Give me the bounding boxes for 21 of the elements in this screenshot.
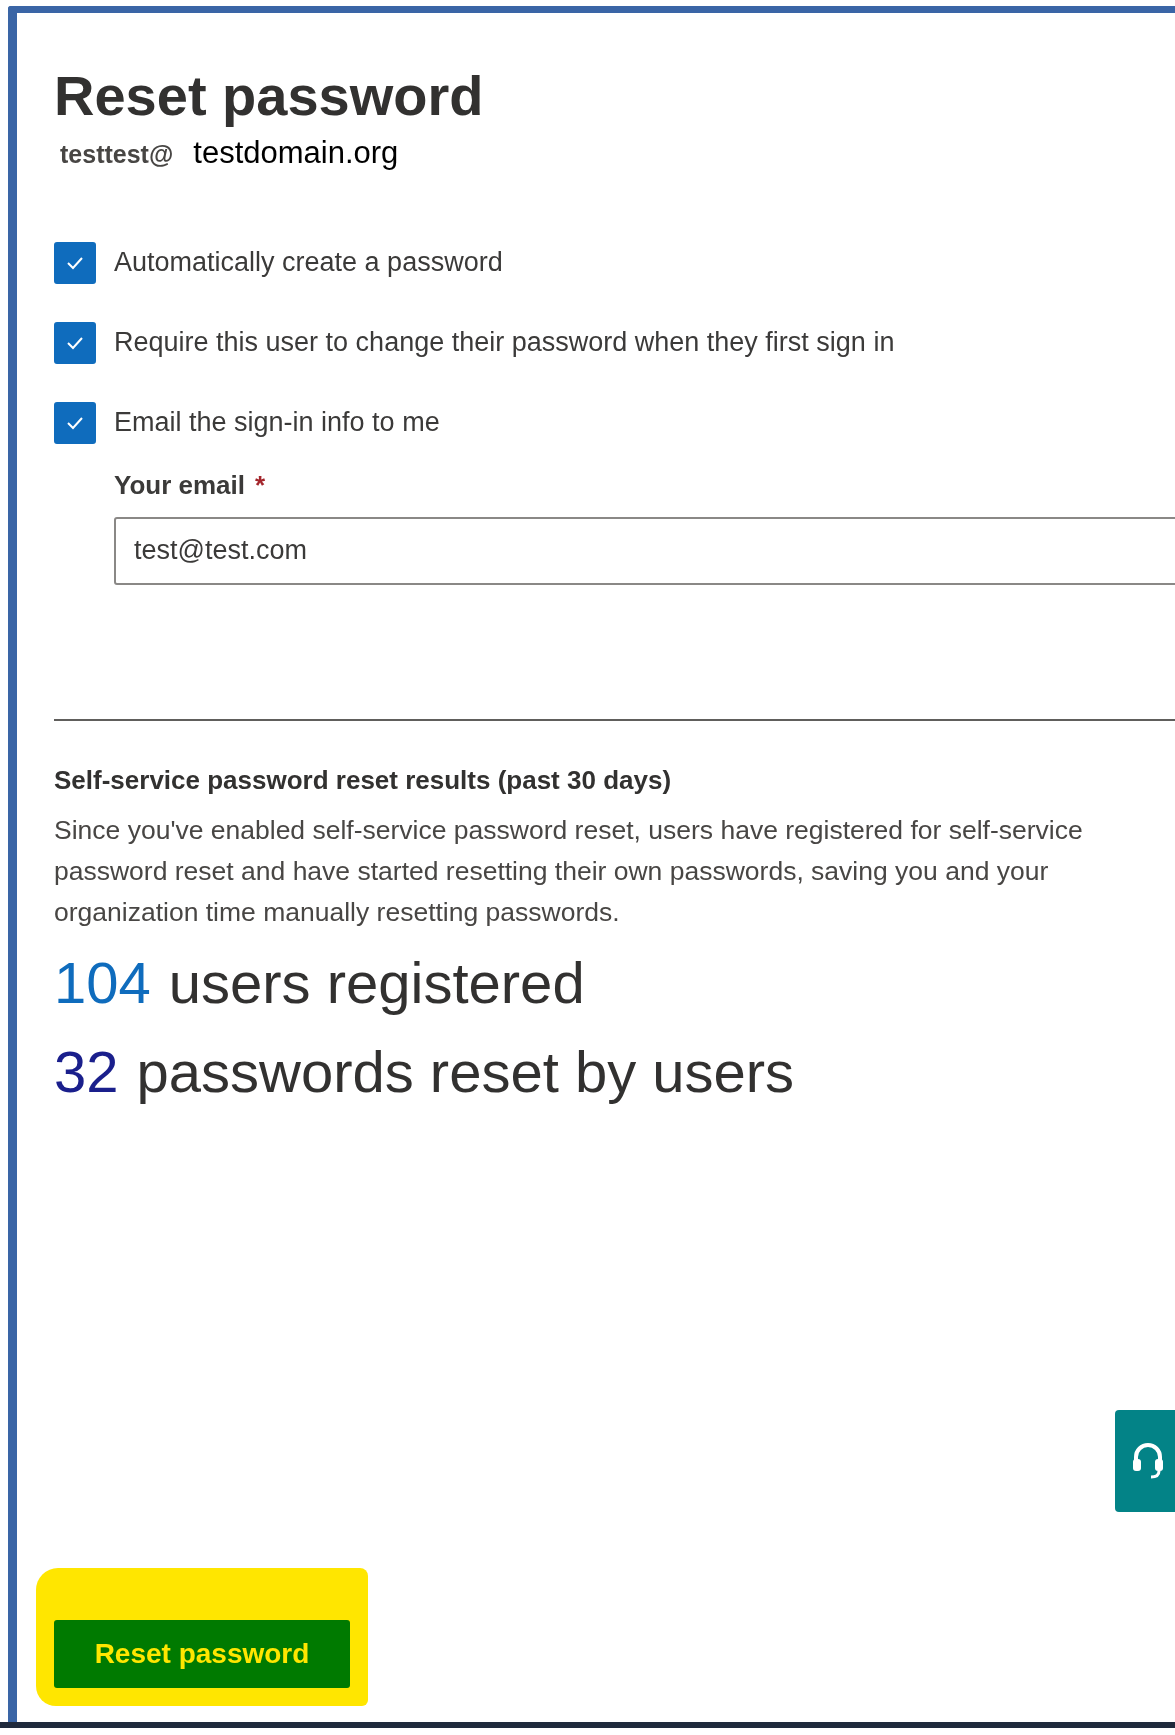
required-asterisk: * — [255, 469, 266, 501]
field-label: Your email — [114, 469, 245, 501]
support-button[interactable] — [1115, 1410, 1175, 1512]
stat-label: passwords reset by users — [136, 1037, 795, 1105]
stat-label: users registered — [168, 948, 585, 1016]
checkbox[interactable] — [54, 321, 96, 364]
checkbox-label: Automatically create a password — [114, 247, 503, 279]
reset-password-button[interactable]: Reset password — [54, 1620, 350, 1688]
stat-number: 104 — [54, 948, 151, 1016]
account-user: testtest@ — [60, 139, 174, 169]
email-field[interactable]: test@test.com — [114, 516, 1175, 585]
headset-icon — [1131, 1441, 1165, 1481]
account-domain: testdomain.org — [193, 134, 399, 171]
checkbox-label: Email the sign-in info to me — [114, 407, 440, 439]
section-heading: Self-service password reset results (past 30 days) — [54, 764, 673, 796]
checkbox[interactable] — [54, 241, 96, 284]
checkbox[interactable] — [54, 401, 96, 444]
stat-number: 32 — [54, 1037, 119, 1105]
page-title: Reset password — [54, 65, 485, 127]
description-text: Since you've enabled self-service password reset, users have registered for self-service password reset and have started resetting their own passwords, saving you and your organization time manually resetting passwords. — [54, 813, 1084, 929]
checkbox-label: Require this user to change their password when they first sign in — [114, 327, 895, 359]
